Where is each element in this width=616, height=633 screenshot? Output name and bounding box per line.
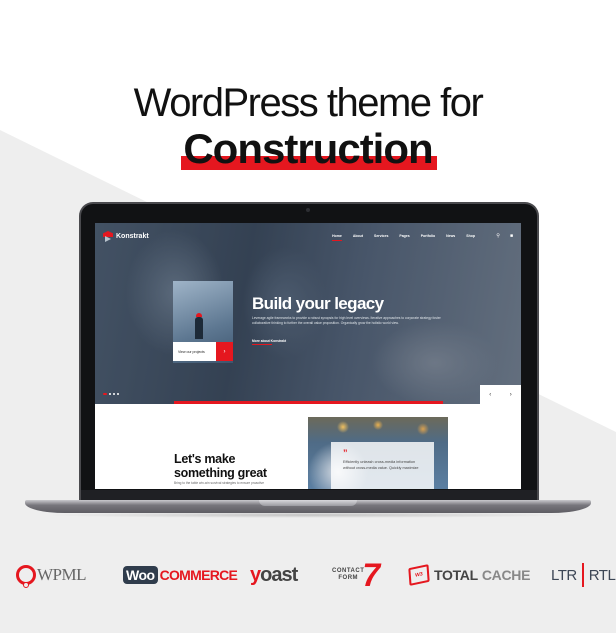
view-projects-label: View our projects xyxy=(178,349,205,354)
testimonial-text: Efficiently unleash cross-media informat… xyxy=(343,460,419,470)
cta-title: Let's make something great xyxy=(174,452,267,480)
slider-nav: ‹ › xyxy=(480,385,521,404)
main-menu: Home About Services Pages Portfolio News… xyxy=(332,234,475,241)
woo-badge: Woo xyxy=(123,566,158,584)
cf7-text: CONTACT FORM xyxy=(332,568,364,582)
headline-line2: Construction xyxy=(183,125,433,172)
headline: WordPress theme for Construction xyxy=(0,80,616,172)
slider-dot[interactable] xyxy=(113,393,115,395)
more-about-link[interactable]: More about Konstrakt xyxy=(252,339,286,345)
woo-text: COMMERCE xyxy=(159,567,238,583)
testimonial-image: ” Efficiently unleash cross-media inform… xyxy=(308,417,448,489)
woocommerce-logo: Woo COMMERCE xyxy=(123,560,238,590)
yoast-logo: y oast xyxy=(250,560,298,590)
hero-description: Leverage agile frameworks to provide a r… xyxy=(252,316,441,325)
nav-icons: ⚲ ■ xyxy=(496,233,513,239)
wpml-icon xyxy=(16,565,36,588)
view-projects-button[interactable]: View our projects › xyxy=(173,342,233,361)
worker-figure xyxy=(195,317,203,339)
ltr-rtl-logo: LTR RTL xyxy=(551,560,616,590)
yoast-rest: oast xyxy=(260,563,298,586)
laptop-screen: Konstrakt Home About Services Pages Port… xyxy=(95,223,521,489)
yoast-y: y xyxy=(250,563,261,586)
slider-dot[interactable] xyxy=(117,393,119,395)
laptop-notch xyxy=(259,500,357,506)
nav-item-home[interactable]: Home xyxy=(332,234,342,241)
w3-total-cache-logo: W3 TOTAL CACHE xyxy=(408,560,531,590)
search-icon[interactable]: ⚲ xyxy=(496,233,500,239)
site-logo[interactable]: Konstrakt xyxy=(103,231,149,242)
cta-title-line2: something great xyxy=(174,466,267,480)
headline-line1: WordPress theme for xyxy=(133,81,484,125)
site-header: Konstrakt Home About Services Pages Port… xyxy=(95,223,521,249)
quote-icon: ” xyxy=(343,448,348,458)
hero-title-highlight-wrap: legacy xyxy=(334,294,384,313)
ltr-text: LTR xyxy=(551,566,577,584)
slider-dot[interactable] xyxy=(109,393,111,395)
wpml-logo: WPML xyxy=(16,560,87,590)
nav-item-pages[interactable]: Pages xyxy=(399,234,409,238)
nav-item-shop[interactable]: Shop xyxy=(466,234,475,238)
cta-description: Bring to the table win-win survival stra… xyxy=(174,481,265,485)
cta-title-line1: Let's make xyxy=(174,452,236,466)
cube-icon: W3 xyxy=(408,564,430,586)
w3tc-total: TOTAL xyxy=(434,567,478,583)
logo-text: Konstrakt xyxy=(116,233,149,240)
slider-progress-bar xyxy=(174,401,443,404)
hero-title: Build your legacy xyxy=(252,294,384,314)
slider-next-button[interactable]: › xyxy=(510,392,512,398)
cf7-seven: 7 xyxy=(362,557,381,593)
nav-item-about[interactable]: About xyxy=(353,234,363,238)
chevron-right-icon: › xyxy=(216,342,233,361)
nav-item-portfolio[interactable]: Portfolio xyxy=(421,234,435,238)
ltr-rtl-divider xyxy=(581,563,584,587)
wpml-text: WPML xyxy=(37,565,87,584)
cf7-line2: FORM xyxy=(338,575,359,581)
rtl-text: RTL xyxy=(588,566,616,584)
laptop-camera xyxy=(306,208,310,212)
hero-title-prefix: Build your xyxy=(252,294,331,313)
plugin-logos: WPML Woo COMMERCE y oast CONTACT FORM 7 W… xyxy=(0,557,616,593)
nav-item-services[interactable]: Services xyxy=(374,234,388,238)
hero-section: Konstrakt Home About Services Pages Port… xyxy=(95,223,521,404)
testimonial-box: ” Efficiently unleash cross-media inform… xyxy=(331,442,434,489)
slider-dot[interactable] xyxy=(103,393,107,395)
nav-item-news[interactable]: News xyxy=(446,234,455,238)
cf7-line1: CONTACT xyxy=(332,568,365,574)
cart-icon[interactable]: ■ xyxy=(510,233,513,239)
logo-mark-icon xyxy=(103,231,113,242)
headline-line2-wrap: Construction xyxy=(181,125,437,172)
slider-dots xyxy=(103,393,119,395)
slider-prev-button[interactable]: ‹ xyxy=(489,392,491,398)
w3tc-cache: CACHE xyxy=(481,567,531,583)
contact-form-7-logo: CONTACT FORM 7 xyxy=(332,557,381,593)
hero-title-highlight: legacy xyxy=(334,294,384,313)
